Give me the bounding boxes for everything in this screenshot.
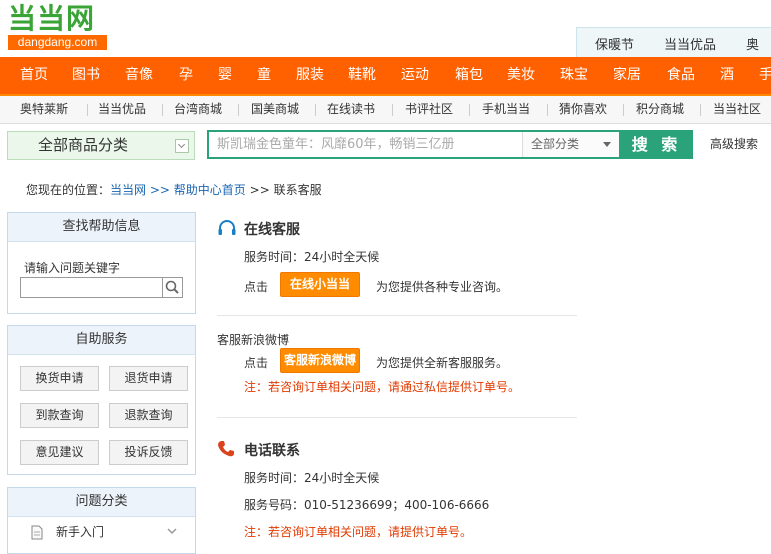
click-label: 点击 bbox=[244, 356, 269, 370]
self-service-title: 自助服务 bbox=[8, 326, 195, 355]
sub-nav-divider bbox=[392, 104, 393, 116]
sub-nav-divider bbox=[238, 104, 239, 116]
weibo-note: 注：若咨询订单相关问题，请通过私信提供订单号。 bbox=[244, 380, 521, 394]
headset-icon bbox=[218, 220, 236, 235]
main-nav-item[interactable]: 美妆 bbox=[507, 57, 535, 94]
category-dropdown[interactable]: 全部商品分类 bbox=[7, 131, 195, 160]
main-nav-item[interactable]: 运动 bbox=[401, 57, 429, 94]
logo-text[interactable]: 当当网 bbox=[8, 2, 95, 36]
main-nav-item[interactable]: 酒 bbox=[720, 57, 734, 94]
sub-nav-item[interactable]: 国美商城 bbox=[251, 96, 299, 123]
breadcrumb-link-help[interactable]: 帮助中心首页 bbox=[174, 183, 246, 197]
breadcrumb-current: 联系客服 bbox=[273, 183, 322, 197]
main-nav-item[interactable]: 箱包 bbox=[455, 57, 483, 94]
sub-nav-item[interactable]: 台湾商城 bbox=[174, 96, 222, 123]
online-chat-button[interactable]: 在线小当当 bbox=[280, 272, 360, 297]
sub-nav-item[interactable]: 猜你喜欢 bbox=[559, 96, 607, 123]
sub-nav-item[interactable]: 在线读书 bbox=[327, 96, 375, 123]
sub-nav-item[interactable]: 当当社区 bbox=[713, 96, 761, 123]
category-item-label: 新手入门 bbox=[56, 525, 105, 539]
refund-query-button[interactable]: 退款查询 bbox=[109, 403, 188, 428]
phone-contact-title: 电话联系 bbox=[244, 443, 300, 459]
sub-nav-divider bbox=[162, 104, 163, 116]
main-nav-item[interactable]: 音像 bbox=[125, 57, 153, 94]
payment-query-button[interactable]: 到款查询 bbox=[20, 403, 99, 428]
find-help-title: 查找帮助信息 bbox=[8, 213, 195, 242]
top-promo-tabs: 保暖节 当当优品 奥 bbox=[576, 27, 771, 58]
top-tab-item[interactable]: 奥 bbox=[728, 34, 771, 53]
click-label: 点击 bbox=[244, 280, 269, 294]
phone-numbers: 服务号码：010-51236699；400-106-6666 bbox=[244, 498, 490, 512]
weibo-desc: 为您提供全新客服服务。 bbox=[376, 356, 509, 370]
breadcrumb-prefix: 您现在的位置： bbox=[26, 183, 111, 197]
main-nav-item[interactable]: 童 bbox=[257, 57, 271, 94]
search-scope-label: 全部分类 bbox=[531, 137, 580, 151]
sub-nav-item[interactable]: 积分商城 bbox=[636, 96, 684, 123]
main-nav-item[interactable]: 珠宝 bbox=[560, 57, 588, 94]
search-input[interactable] bbox=[209, 132, 522, 157]
main-nav-item[interactable]: 家居 bbox=[613, 57, 641, 94]
suggestion-button[interactable]: 意见建议 bbox=[20, 440, 99, 465]
main-nav: 首页 图书 音像 孕 婴 童 服装 鞋靴 运动 箱包 美妆 珠宝 家居 食品 酒… bbox=[0, 57, 771, 97]
main-nav-item[interactable]: 婴 bbox=[218, 57, 232, 94]
help-search-button[interactable] bbox=[162, 277, 183, 298]
weibo-service-button[interactable]: 客服新浪微博 bbox=[280, 348, 360, 373]
main-nav-item[interactable]: 手 bbox=[759, 57, 771, 94]
top-tab-item[interactable]: 当当优品 bbox=[646, 34, 728, 53]
weibo-title: 客服新浪微博 bbox=[217, 333, 290, 347]
return-request-button[interactable]: 退货申请 bbox=[109, 366, 188, 391]
category-dropdown-label: 全部商品分类 bbox=[38, 136, 129, 154]
main-nav-item[interactable]: 食品 bbox=[667, 57, 695, 94]
caret-down-icon bbox=[603, 142, 611, 147]
breadcrumb-separator: >> bbox=[249, 183, 270, 197]
category-item-beginner[interactable]: 新手入门 bbox=[8, 518, 195, 546]
sub-nav-item[interactable]: 当当优品 bbox=[98, 96, 146, 123]
complaint-button[interactable]: 投诉反馈 bbox=[109, 440, 188, 465]
search-scope-select[interactable]: 全部分类 bbox=[522, 132, 619, 157]
sub-nav-divider bbox=[469, 104, 470, 116]
main-nav-item[interactable]: 服装 bbox=[296, 57, 324, 94]
breadcrumb-link-home[interactable]: 当当网 bbox=[110, 183, 146, 197]
search-bar: 全部分类 bbox=[207, 130, 620, 159]
sub-nav-item[interactable]: 书评社区 bbox=[405, 96, 453, 123]
sub-nav-divider bbox=[623, 104, 624, 116]
section-divider bbox=[217, 417, 577, 418]
sub-nav-divider bbox=[87, 104, 88, 116]
self-service-panel: 自助服务 换货申请 退货申请 到款查询 退款查询 意见建议 投诉反馈 bbox=[7, 325, 196, 475]
keyword-label: 请输入问题关键字 bbox=[24, 261, 121, 275]
sub-nav-item[interactable]: 奥特莱斯 bbox=[20, 96, 68, 123]
breadcrumb-separator: >> bbox=[149, 183, 170, 197]
breadcrumb: 您现在的位置：当当网 >> 帮助中心首页 >> 联系客服 bbox=[26, 181, 322, 198]
question-category-title: 问题分类 bbox=[8, 488, 195, 517]
section-divider bbox=[217, 315, 577, 316]
find-help-panel: 查找帮助信息 请输入问题关键字 bbox=[7, 212, 196, 314]
help-keyword-input[interactable] bbox=[20, 277, 163, 298]
phone-service-hours: 服务时间：24小时全天候 bbox=[244, 471, 380, 485]
online-service-desc: 为您提供各种专业咨询。 bbox=[376, 280, 509, 294]
main-nav-item[interactable]: 孕 bbox=[179, 57, 193, 94]
magnifier-icon bbox=[165, 280, 179, 294]
phone-note: 注：若咨询订单相关问题，请提供订单号。 bbox=[244, 525, 473, 539]
main-nav-item[interactable]: 图书 bbox=[72, 57, 100, 94]
sub-nav: 奥特莱斯 当当优品 台湾商城 国美商城 在线读书 书评社区 手机当当 猜你喜欢 … bbox=[0, 96, 771, 124]
phone-icon bbox=[218, 441, 234, 457]
logo-domain[interactable]: dangdang.com bbox=[8, 35, 107, 50]
online-service-hours: 服务时间：24小时全天候 bbox=[244, 250, 380, 264]
exchange-request-button[interactable]: 换货申请 bbox=[20, 366, 99, 391]
search-button[interactable]: 搜 索 bbox=[620, 130, 693, 159]
main-nav-item[interactable]: 鞋靴 bbox=[348, 57, 376, 94]
question-category-panel: 问题分类 新手入门 bbox=[7, 487, 196, 554]
sub-nav-item[interactable]: 手机当当 bbox=[482, 96, 530, 123]
sub-nav-divider bbox=[700, 104, 701, 116]
main-nav-item[interactable]: 首页 bbox=[20, 57, 48, 94]
online-service-title: 在线客服 bbox=[244, 222, 300, 238]
sub-nav-divider bbox=[547, 104, 548, 116]
chevron-down-icon bbox=[175, 139, 189, 153]
chevron-down-icon bbox=[167, 528, 177, 535]
document-icon bbox=[31, 525, 43, 540]
top-tab-item[interactable]: 保暖节 bbox=[577, 34, 646, 53]
advanced-search-link[interactable]: 高级搜索 bbox=[710, 131, 758, 158]
sub-nav-divider bbox=[315, 104, 316, 116]
